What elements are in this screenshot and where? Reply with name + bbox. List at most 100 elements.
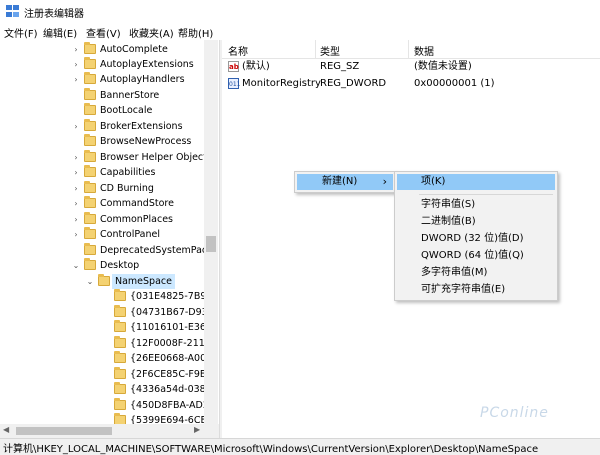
folder-icon	[84, 72, 96, 84]
tree-item[interactable]: {11016101-E366-	[0, 320, 215, 335]
tree-item-label: CommandStore	[100, 198, 174, 209]
tree-item[interactable]: › AutoComplete	[0, 42, 204, 57]
folder-icon	[114, 413, 126, 424]
expand-chevron-icon[interactable]: ›	[72, 227, 80, 242]
tree-item[interactable]: {26EE0668-A00A	[0, 351, 213, 366]
folder-icon	[114, 336, 126, 348]
column-divider[interactable]	[408, 40, 409, 58]
menu-item-label: 多字符串值(M)	[421, 267, 488, 278]
context-menu: 新建(N) ›	[294, 171, 396, 193]
tree-item[interactable]: {12F0008F-2113-	[0, 336, 214, 351]
menu-view[interactable]: 查看(V)	[86, 25, 121, 40]
folder-open-icon	[84, 258, 96, 270]
menu-item-label: 新建(N)	[322, 176, 358, 187]
collapse-chevron-icon[interactable]: ⌄	[72, 258, 80, 273]
expand-chevron-icon[interactable]: ›	[72, 165, 80, 180]
tree-item[interactable]: DeprecatedSystemPack	[0, 243, 213, 258]
tree-item[interactable]: › AutoplayExtensions	[0, 57, 204, 72]
tree-item-desktop[interactable]: ⌄ Desktop	[0, 258, 204, 273]
registry-tree[interactable]: › AutoComplete › AutoplayExtensions › Au…	[0, 40, 219, 424]
tree-item[interactable]: {2F6CE85C-F9EE-	[0, 367, 215, 382]
title-bar	[0, 0, 600, 22]
folder-icon	[84, 243, 96, 255]
menu-favorites[interactable]: 收藏夹(A)	[129, 25, 174, 40]
menu-item-label: 可扩充字符串值(E)	[421, 284, 506, 295]
tree-item[interactable]: › Capabilities	[0, 165, 204, 180]
tree-item-label: BrokerExtensions	[100, 121, 183, 132]
value-data: (数值未设置)	[414, 61, 472, 72]
folder-open-icon	[98, 274, 110, 286]
expand-chevron-icon[interactable]: ›	[72, 57, 80, 72]
menu-item-new[interactable]: 新建(N) ›	[297, 174, 393, 190]
folder-icon	[84, 212, 96, 224]
menu-bar: 文件(F) 编辑(E) 查看(V) 收藏夹(A) 帮助(H)	[0, 22, 600, 41]
expand-chevron-icon[interactable]: ›	[72, 119, 80, 134]
value-name: MonitorRegistry	[242, 78, 321, 89]
expand-chevron-icon[interactable]: ›	[72, 181, 80, 196]
menu-item-qword-value[interactable]: QWORD (64 位)值(Q)	[397, 248, 555, 264]
tree-vertical-scrollbar[interactable]	[204, 40, 218, 424]
expand-chevron-icon[interactable]: ›	[72, 42, 80, 57]
folder-icon	[114, 382, 126, 394]
collapse-chevron-icon[interactable]: ⌄	[86, 274, 94, 289]
value-row[interactable]: 011 MonitorRegistry REG_DWORD 0x00000001…	[222, 76, 600, 92]
tree-item[interactable]: › CommandStore	[0, 196, 204, 211]
menu-item-binary-value[interactable]: 二进制值(B)	[397, 214, 555, 230]
menu-item-label: QWORD (64 位)值(Q)	[421, 250, 524, 261]
expand-chevron-icon[interactable]: ›	[72, 212, 80, 227]
tree-item-label: CommonPlaces	[100, 214, 173, 225]
folder-icon	[114, 351, 126, 363]
tree-item-label: BrowseNewProcess	[100, 136, 192, 147]
tree-item[interactable]: {4336a54d-038b	[0, 382, 212, 397]
tree-item-label: {26EE0668-A00A	[130, 353, 213, 364]
menu-edit[interactable]: 编辑(E)	[43, 25, 77, 40]
tree-item-label: BootLocale	[100, 105, 153, 116]
tree-hscroll-thumb[interactable]	[16, 427, 112, 435]
tree-item[interactable]: {04731B67-D933	[0, 305, 214, 320]
menu-item-label: 字符串值(S)	[421, 199, 476, 210]
scroll-right-arrow-icon[interactable]: ▶	[194, 425, 200, 434]
menu-item-expandable-string-value[interactable]: 可扩充字符串值(E)	[397, 282, 555, 298]
window-title: 注册表编辑器	[24, 9, 84, 20]
column-header-name[interactable]: 名称	[228, 43, 248, 58]
tree-scroll-thumb[interactable]	[206, 236, 216, 252]
folder-icon	[84, 119, 96, 131]
tree-item[interactable]: BannerStore	[0, 88, 204, 103]
scroll-left-arrow-icon[interactable]: ◀	[3, 425, 9, 434]
tree-item-namespace[interactable]: ⌄ NameSpace	[0, 274, 204, 289]
submenu-arrow-icon: ›	[382, 175, 387, 188]
column-divider[interactable]	[315, 40, 316, 58]
tree-item[interactable]: {450D8FBA-AD25	[0, 398, 215, 413]
column-header-type[interactable]: 类型	[320, 43, 340, 58]
tree-item[interactable]: › CommonPlaces	[0, 212, 204, 227]
tree-item[interactable]: BootLocale	[0, 103, 204, 118]
tree-item[interactable]: › BrokerExtensions	[0, 119, 204, 134]
menu-file[interactable]: 文件(F)	[4, 25, 38, 40]
tree-item-label: {04731B67-D933	[130, 307, 214, 318]
tree-item[interactable]: {5399E694-6CE5	[0, 413, 213, 424]
column-header-data[interactable]: 数据	[414, 43, 434, 58]
menu-item-string-value[interactable]: 字符串值(S)	[397, 197, 555, 213]
menu-item-key[interactable]: 项(K)	[397, 174, 555, 190]
folder-icon	[84, 134, 96, 146]
tree-item[interactable]: {031E4825-7B94-	[0, 289, 216, 304]
menu-item-dword-value[interactable]: DWORD (32 位)值(D)	[397, 231, 555, 247]
tree-item[interactable]: BrowseNewProcess	[0, 134, 204, 149]
menu-help[interactable]: 帮助(H)	[178, 25, 213, 40]
value-row[interactable]: ab (默认) REG_SZ (数值未设置)	[222, 59, 600, 75]
expand-chevron-icon[interactable]: ›	[72, 150, 80, 165]
folder-icon	[84, 88, 96, 100]
tree-item[interactable]: › ControlPanel	[0, 227, 204, 242]
string-value-icon: ab	[228, 61, 239, 72]
folder-icon	[114, 289, 126, 301]
expand-chevron-icon[interactable]: ›	[72, 196, 80, 211]
tree-item[interactable]: › Browser Helper Object	[0, 150, 207, 165]
expand-chevron-icon[interactable]: ›	[72, 72, 80, 87]
watermark-logo: PConline	[480, 405, 549, 421]
tree-item-label: Capabilities	[100, 167, 156, 178]
regedit-app-icon	[6, 5, 19, 17]
menu-item-multi-string-value[interactable]: 多字符串值(M)	[397, 265, 555, 281]
tree-item[interactable]: › AutoplayHandlers	[0, 72, 204, 87]
tree-item[interactable]: › CD Burning	[0, 181, 204, 196]
tree-item-label: DeprecatedSystemPack	[100, 245, 213, 256]
